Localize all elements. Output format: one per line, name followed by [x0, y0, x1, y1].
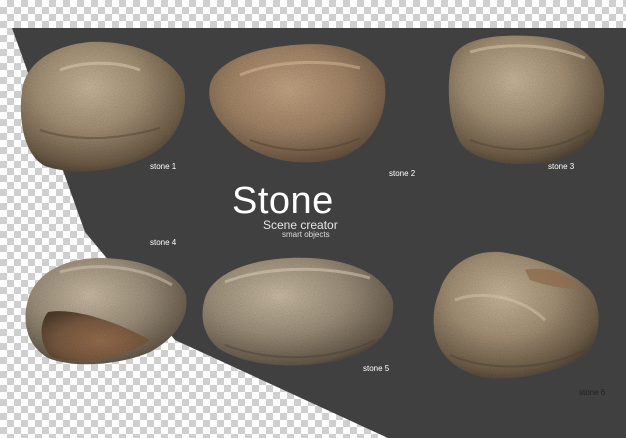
stone-1-label: stone 1 — [150, 162, 177, 171]
stone-4 — [25, 258, 187, 365]
stone-3-label: stone 3 — [548, 162, 575, 171]
stone-1 — [20, 41, 185, 172]
stone-3 — [448, 35, 605, 165]
stone-6 — [433, 251, 599, 379]
scene-canvas: stone 1 stone 2 stone 3 stone 4 stone 5 … — [0, 0, 626, 438]
stone-6-label: stone 6 — [579, 388, 606, 397]
page-tagline: smart objects — [282, 230, 330, 239]
stone-4-label: stone 4 — [150, 238, 177, 247]
page-title: Stone — [232, 180, 334, 222]
stone-2 — [209, 44, 386, 163]
stone-2-label: stone 2 — [389, 169, 416, 178]
stone-5-label: stone 5 — [363, 364, 390, 373]
stone-5 — [202, 257, 394, 366]
